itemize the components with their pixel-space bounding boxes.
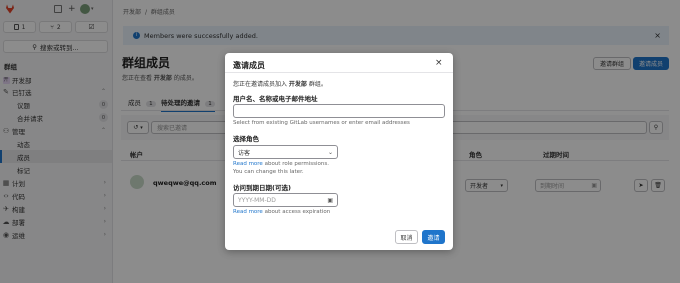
invite-members-modal: 邀请成员 × 您正在邀请成员加入 开发部 群组。 用户名、名称或电子邮件地址 S…	[225, 53, 453, 250]
modal-intro: 您正在邀请成员加入 开发部 群组。	[233, 81, 327, 88]
expiry-label: 访问到期日期(可选)	[233, 184, 291, 192]
username-label: 用户名、名称或电子邮件地址	[233, 95, 318, 103]
modal-header-divider	[225, 72, 453, 73]
username-help: Select from existing GitLab usernames or…	[233, 120, 410, 126]
expiry-read-more-link[interactable]: Read more	[233, 209, 263, 215]
modal-title: 邀请成员	[233, 61, 265, 70]
close-icon[interactable]: ×	[435, 58, 443, 68]
role-label: 选择角色	[233, 135, 259, 143]
cancel-button[interactable]: 取消	[395, 230, 418, 244]
role-help: Read more about role permissions.	[233, 161, 330, 167]
username-input[interactable]	[233, 104, 445, 118]
chevron-down-icon: ⌄	[327, 148, 333, 156]
expiry-help: Read more about access expiration	[233, 209, 331, 215]
role-select[interactable]: 访客 ⌄	[233, 145, 338, 159]
role-read-more-link[interactable]: Read more	[233, 161, 263, 167]
invite-button[interactable]: 邀请	[422, 230, 445, 244]
role-help-2: You can change this later.	[233, 169, 304, 175]
expiry-date-input[interactable]: YYYY-MM-DD ▣	[233, 193, 338, 207]
calendar-icon: ▣	[327, 196, 333, 204]
